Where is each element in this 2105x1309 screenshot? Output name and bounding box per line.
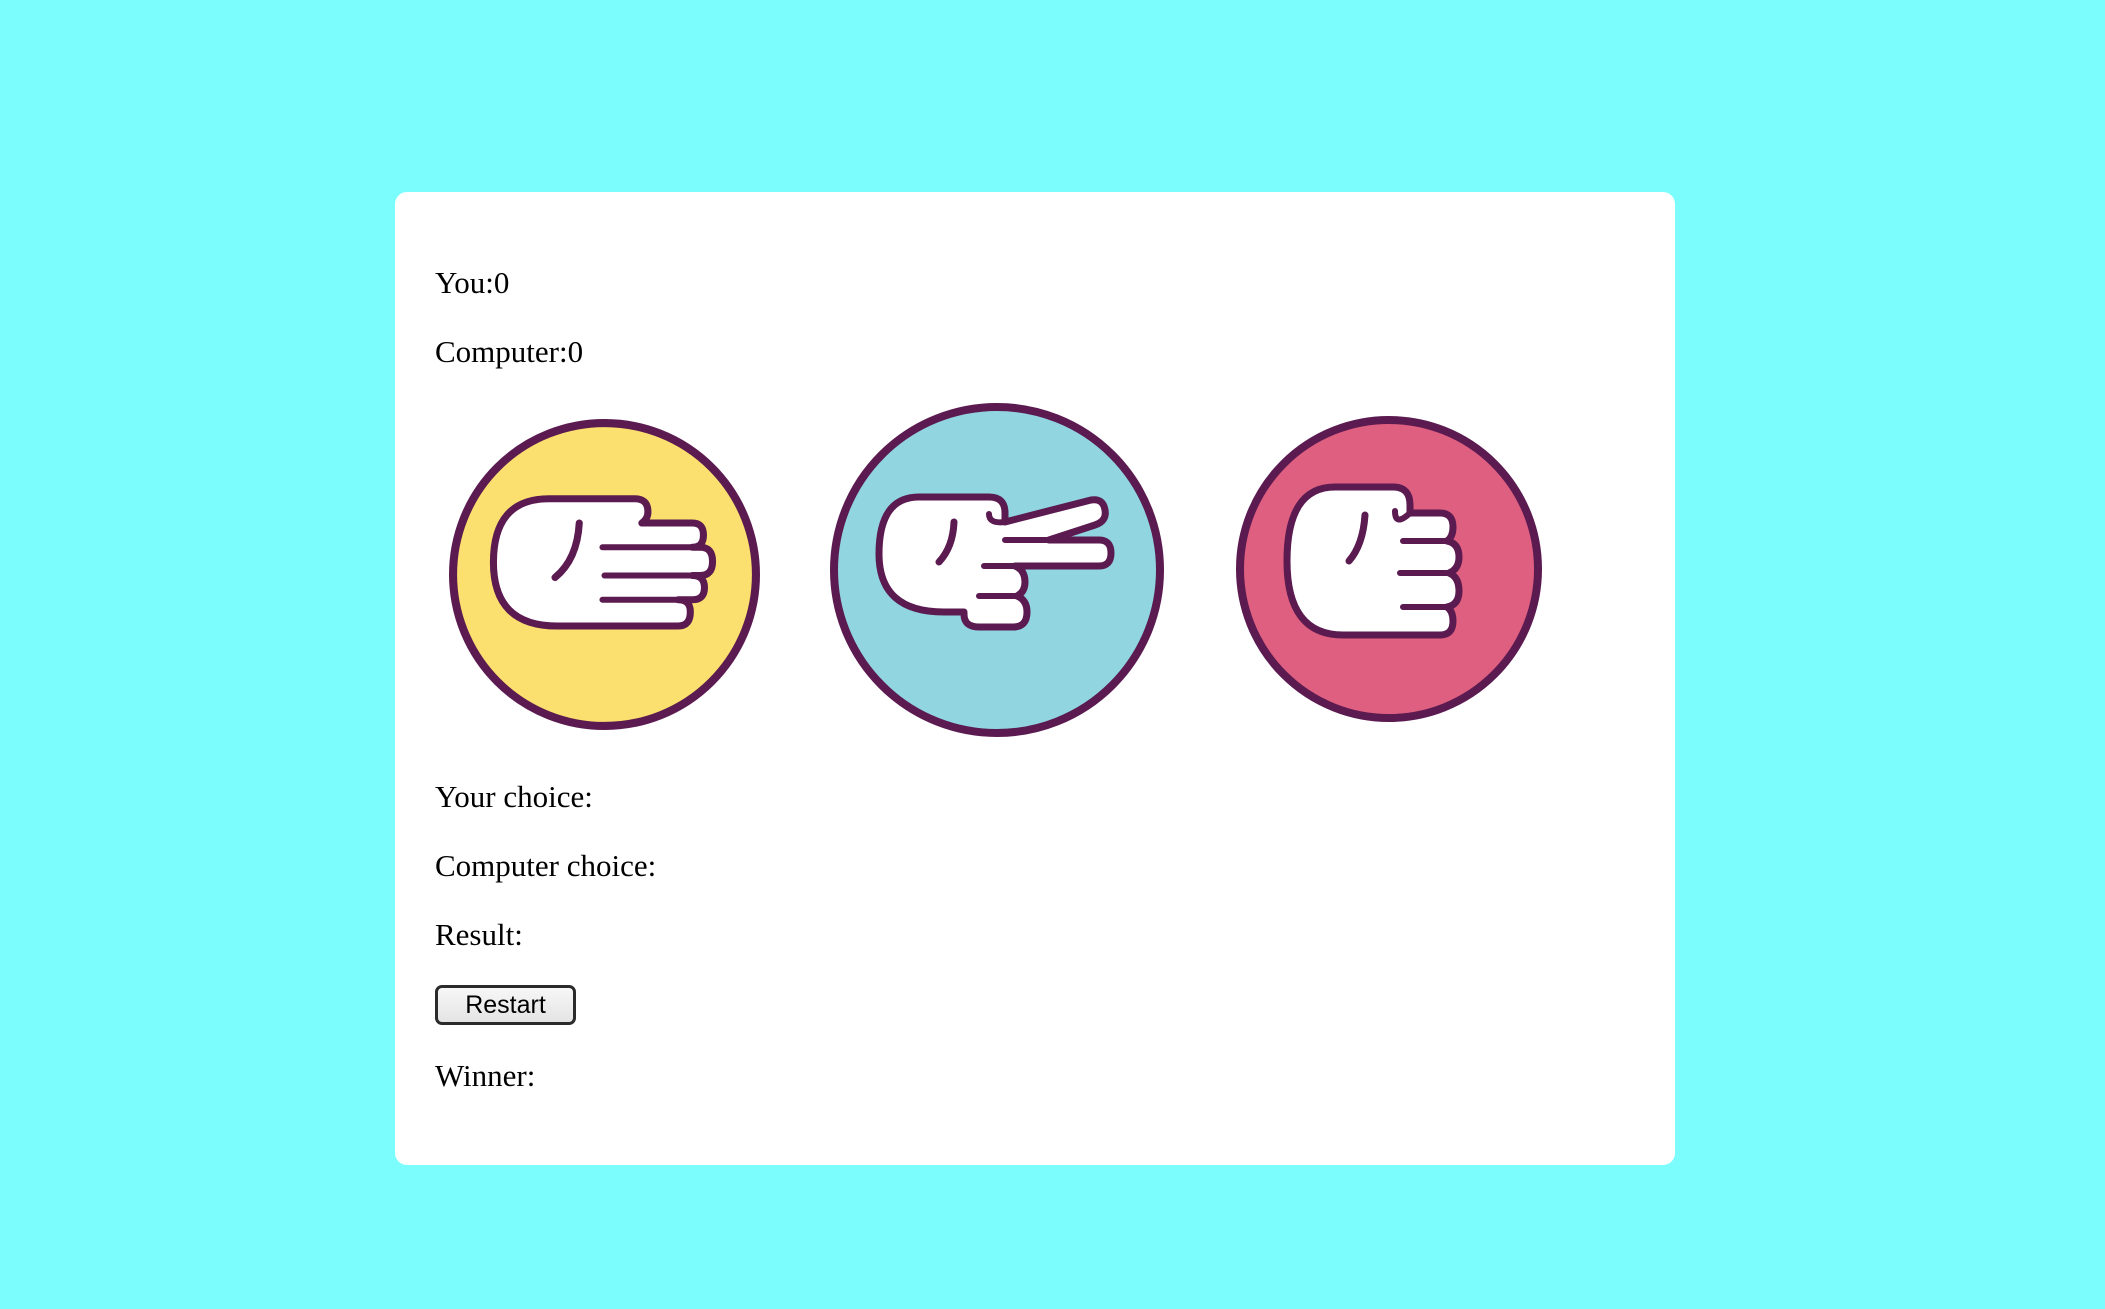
rock-choice-button[interactable] [1235, 415, 1543, 723]
computer-choice: Computer choice: [435, 850, 656, 881]
player-score-value: 0 [493, 265, 510, 300]
paper-choice-button[interactable] [448, 418, 761, 731]
your-choice-label: Your choice: [435, 779, 593, 814]
result-label: Result: [435, 917, 523, 952]
player-score-label: You: [435, 265, 494, 300]
computer-score-label: Computer: [435, 334, 568, 369]
restart-button[interactable]: Restart [435, 985, 576, 1025]
scissors-hand-icon [830, 403, 1164, 737]
computer-score: Computer:0 [435, 336, 583, 367]
player-score: You:0 [435, 267, 509, 298]
paper-hand-icon [449, 419, 760, 730]
rock-fist-icon [1236, 416, 1542, 722]
winner-label: Winner: [435, 1058, 536, 1093]
result: Result: [435, 919, 523, 950]
computer-score-value: 0 [567, 334, 584, 369]
scissors-choice-button[interactable] [829, 402, 1165, 739]
your-choice: Your choice: [435, 781, 593, 812]
winner: Winner: [435, 1060, 535, 1091]
computer-choice-label: Computer choice: [435, 848, 657, 883]
game-card: You:0 Computer:0 Your choice: Computer c… [395, 192, 1675, 1165]
